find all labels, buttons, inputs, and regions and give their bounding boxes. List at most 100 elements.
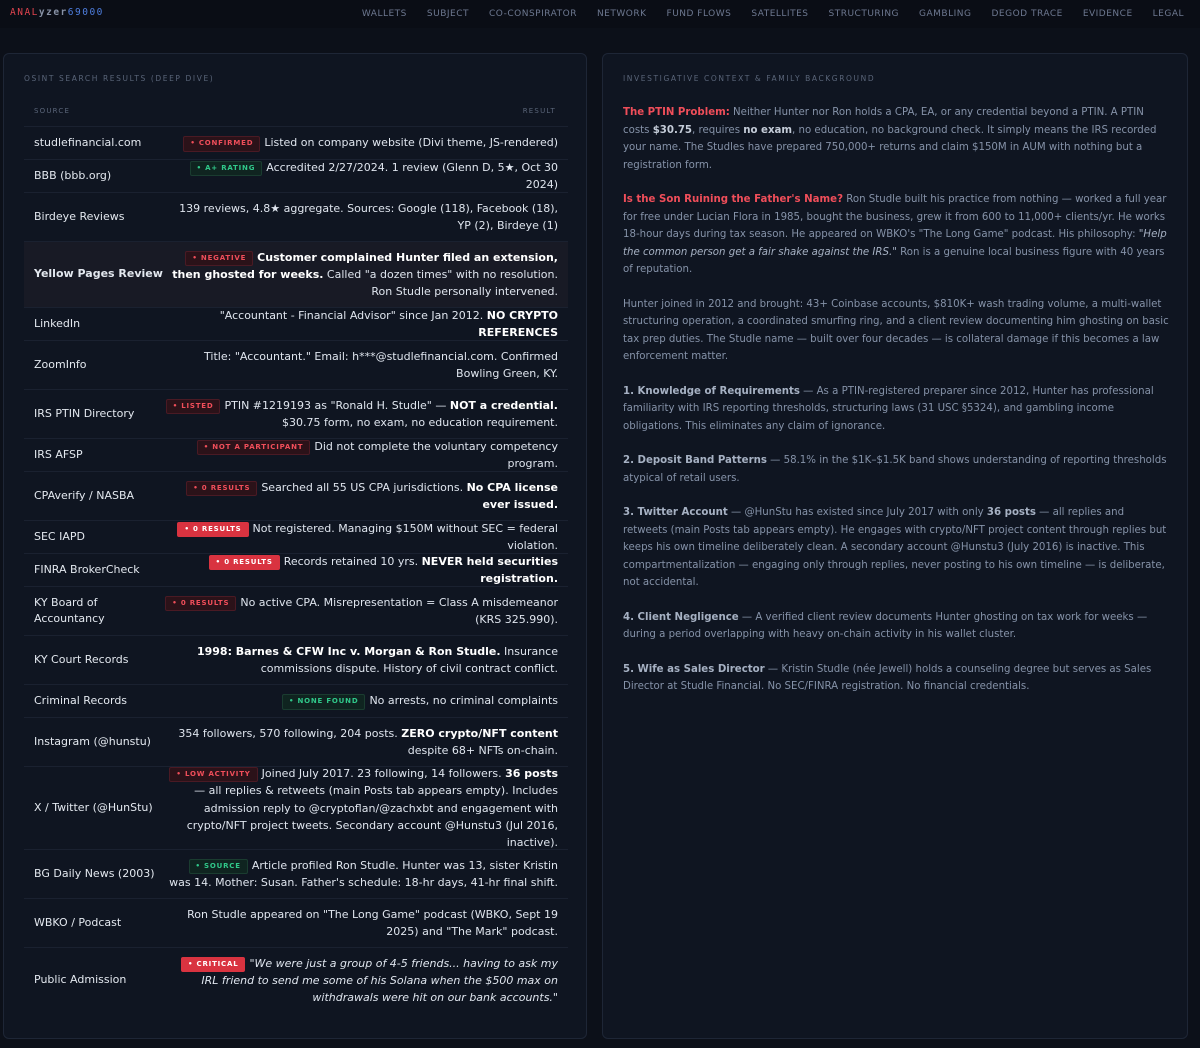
table-row: BBB (bbb.org) A+ RATINGAccredited 2/27/2…: [24, 159, 568, 192]
row-source: FINRA BrokerCheck: [34, 562, 140, 576]
status-badge: 0 RESULTS: [208, 554, 280, 571]
row-result: 1998: Barnes & CFW Inc v. Morgan & Ron S…: [196, 644, 558, 675]
row-source: CPAverify / NASBA: [34, 488, 135, 502]
table-row: Public Admission CRITICAL"We were just a…: [24, 947, 568, 1013]
context-body: The PTIN Problem: Neither Hunter nor Ron…: [623, 104, 1169, 713]
row-source: IRS AFSP: [34, 447, 83, 461]
table-row: BG Daily News (2003) SOURCEArticle profi…: [24, 849, 568, 898]
table-row: Instagram (@hunstu) 354 followers, 570 f…: [24, 717, 568, 766]
status-badge: CRITICAL: [181, 956, 246, 972]
panel-title: OSINT SEARCH RESULTS (DEEP DIVE): [24, 74, 215, 83]
row-source: Criminal Records: [34, 693, 128, 707]
row-source: BBB (bbb.org): [34, 168, 112, 182]
row-source: Yellow Pages Review: [34, 267, 163, 281]
table-row: Birdeye Reviews 139 reviews, 4.8★ aggreg…: [24, 192, 568, 241]
deposit-band-paragraph: 2. Deposit Band Patterns — 58.1% in the …: [623, 455, 1167, 484]
nav-gambling[interactable]: GAMBLING: [919, 9, 971, 19]
row-result: "Accountant - Financial Advisor" since J…: [219, 308, 558, 339]
knowledge-paragraph: 1. Knowledge of Requirements — As a PTIN…: [623, 385, 1154, 432]
row-result: 0 RESULTSRecords retained 10 yrs. NEVER …: [164, 553, 558, 587]
client-negligence-paragraph: 4. Client Negligence — A verified client…: [623, 611, 1148, 641]
nav-degod-trace[interactable]: DEGOD TRACE: [991, 9, 1062, 19]
row-result: LOW ACTIVITYJoined July 2017. 23 followi…: [164, 765, 558, 850]
status-badge: NONE FOUND: [281, 694, 366, 710]
panel-title: INVESTIGATIVE CONTEXT & FAMILY BACKGROUN…: [623, 74, 876, 83]
row-source: BG Daily News (2003): [34, 866, 155, 880]
nav-subject[interactable]: SUBJECT: [427, 9, 469, 19]
row-source: Birdeye Reviews: [34, 209, 125, 223]
row-source: SEC IAPD: [34, 529, 85, 543]
twitter-account-paragraph: 3. Twitter Account — @HunStu has existed…: [623, 507, 1167, 588]
row-result: Ron Studle appeared on "The Long Game" p…: [187, 907, 558, 938]
nav-satellites[interactable]: SATELLITES: [751, 9, 808, 19]
status-badge: SOURCE: [188, 858, 248, 875]
row-source: Public Admission: [34, 973, 127, 987]
main-nav: WALLETS SUBJECT CO-CONSPIRATOR NETWORK F…: [342, 0, 1184, 28]
row-result: NONE FOUNDNo arrests, no criminal compla…: [164, 692, 558, 710]
row-result: 354 followers, 570 following, 204 posts.…: [178, 726, 558, 757]
status-badge: NOT A PARTICIPANT: [196, 439, 311, 456]
column-header-source: SOURCE: [34, 107, 71, 115]
results-table: studlefinancial.com CONFIRMEDListed on c…: [24, 126, 568, 1013]
row-result: Title: "Accountant." Email: h***@studlef…: [204, 349, 558, 380]
nav-legal[interactable]: LEGAL: [1153, 9, 1184, 19]
wife-sales-director-paragraph: 5. Wife as Sales Director — Kristin Stud…: [623, 663, 1152, 693]
row-result: SOURCEArticle profiled Ron Studle. Hunte…: [164, 857, 558, 891]
table-row: FINRA BrokerCheck 0 RESULTSRecords retai…: [24, 553, 568, 586]
nav-fund-flows[interactable]: FUND FLOWS: [667, 9, 732, 19]
row-source: ZoomInfo: [34, 357, 87, 371]
ptin-problem-paragraph: The PTIN Problem: Neither Hunter nor Ron…: [623, 107, 1157, 171]
row-result: 0 RESULTSSearched all 55 US CPA jurisdic…: [164, 479, 558, 513]
table-row: SEC IAPD 0 RESULTSNot registered. Managi…: [24, 520, 568, 553]
row-result: CRITICAL"We were just a group of 4-5 fri…: [164, 955, 558, 1006]
osint-results-panel: OSINT SEARCH RESULTS (DEEP DIVE) SOURCE …: [3, 53, 587, 1039]
table-row: IRS AFSP NOT A PARTICIPANTDid not comple…: [24, 438, 568, 471]
investigative-context-panel: INVESTIGATIVE CONTEXT & FAMILY BACKGROUN…: [602, 53, 1188, 1039]
row-result: LISTEDPTIN #1219193 as "Ronald H. Studle…: [164, 397, 558, 431]
status-badge: 0 RESULTS: [177, 521, 249, 538]
table-row: Yellow Pages Review NEGATIVECustomer com…: [24, 241, 568, 307]
row-source: WBKO / Podcast: [34, 915, 122, 929]
table-row: KY Court Records 1998: Barnes & CFW Inc …: [24, 635, 568, 684]
row-source: X / Twitter (@HunStu): [34, 800, 153, 814]
table-row: CPAverify / NASBA 0 RESULTSSearched all …: [24, 471, 568, 520]
status-badge: LISTED: [165, 398, 221, 415]
status-badge: CONFIRMED: [183, 136, 261, 152]
row-result: 139 reviews, 4.8★ aggregate. Sources: Go…: [179, 201, 558, 232]
table-row: Criminal Records NONE FOUNDNo arrests, n…: [24, 684, 568, 717]
row-source: KY Court Records: [34, 652, 129, 666]
row-result: NEGATIVECustomer complained Hunter filed…: [164, 249, 558, 300]
status-badge: 0 RESULTS: [165, 595, 237, 612]
row-result: CONFIRMEDListed on company website (Divi…: [164, 134, 558, 152]
row-result: NOT A PARTICIPANTDid not complete the vo…: [164, 438, 558, 472]
row-result: A+ RATINGAccredited 2/27/2024. 1 review …: [164, 159, 558, 193]
fathers-name-paragraph: Is the Son Ruining the Father's Name? Ro…: [623, 194, 1167, 275]
top-bar: ANALyzer69000 WALLETS SUBJECT CO-CONSPIR…: [0, 0, 1200, 28]
nav-evidence[interactable]: EVIDENCE: [1083, 9, 1133, 19]
nav-co-conspirator[interactable]: CO-CONSPIRATOR: [489, 9, 577, 19]
nav-wallets[interactable]: WALLETS: [362, 9, 407, 19]
table-row: studlefinancial.com CONFIRMEDListed on c…: [24, 126, 568, 159]
status-badge: NEGATIVE: [185, 250, 254, 266]
nav-network[interactable]: NETWORK: [597, 9, 647, 19]
table-row: KY Board of Accountancy 0 RESULTSNo acti…: [24, 586, 568, 635]
column-header-result: RESULT: [522, 107, 556, 115]
row-source: IRS PTIN Directory: [34, 406, 135, 420]
table-row: LinkedIn "Accountant - Financial Advisor…: [24, 307, 568, 340]
nav-structuring[interactable]: STRUCTURING: [828, 9, 899, 19]
row-source: KY Board of Accountancy: [34, 595, 105, 626]
app-logo[interactable]: ANALyzer69000: [10, 7, 104, 18]
table-row: IRS PTIN Directory LISTEDPTIN #1219193 a…: [24, 389, 568, 438]
table-row: WBKO / Podcast Ron Studle appeared on "T…: [24, 898, 568, 947]
row-result: 0 RESULTSNot registered. Managing $150M …: [164, 520, 558, 554]
row-source: studlefinancial.com: [34, 135, 142, 149]
status-badge: A+ RATING: [189, 160, 263, 177]
status-badge: 0 RESULTS: [186, 480, 258, 497]
row-result: 0 RESULTSNo active CPA. Misrepresentatio…: [164, 594, 558, 628]
table-row: ZoomInfo Title: "Accountant." Email: h**…: [24, 340, 568, 389]
hunter-joined-paragraph: Hunter joined in 2012 and brought: 43+ C…: [623, 298, 1169, 363]
row-source: LinkedIn: [34, 316, 81, 330]
row-source: Instagram (@hunstu): [34, 734, 151, 748]
status-badge: LOW ACTIVITY: [169, 767, 258, 783]
table-row: X / Twitter (@HunStu) LOW ACTIVITYJoined…: [24, 766, 568, 849]
